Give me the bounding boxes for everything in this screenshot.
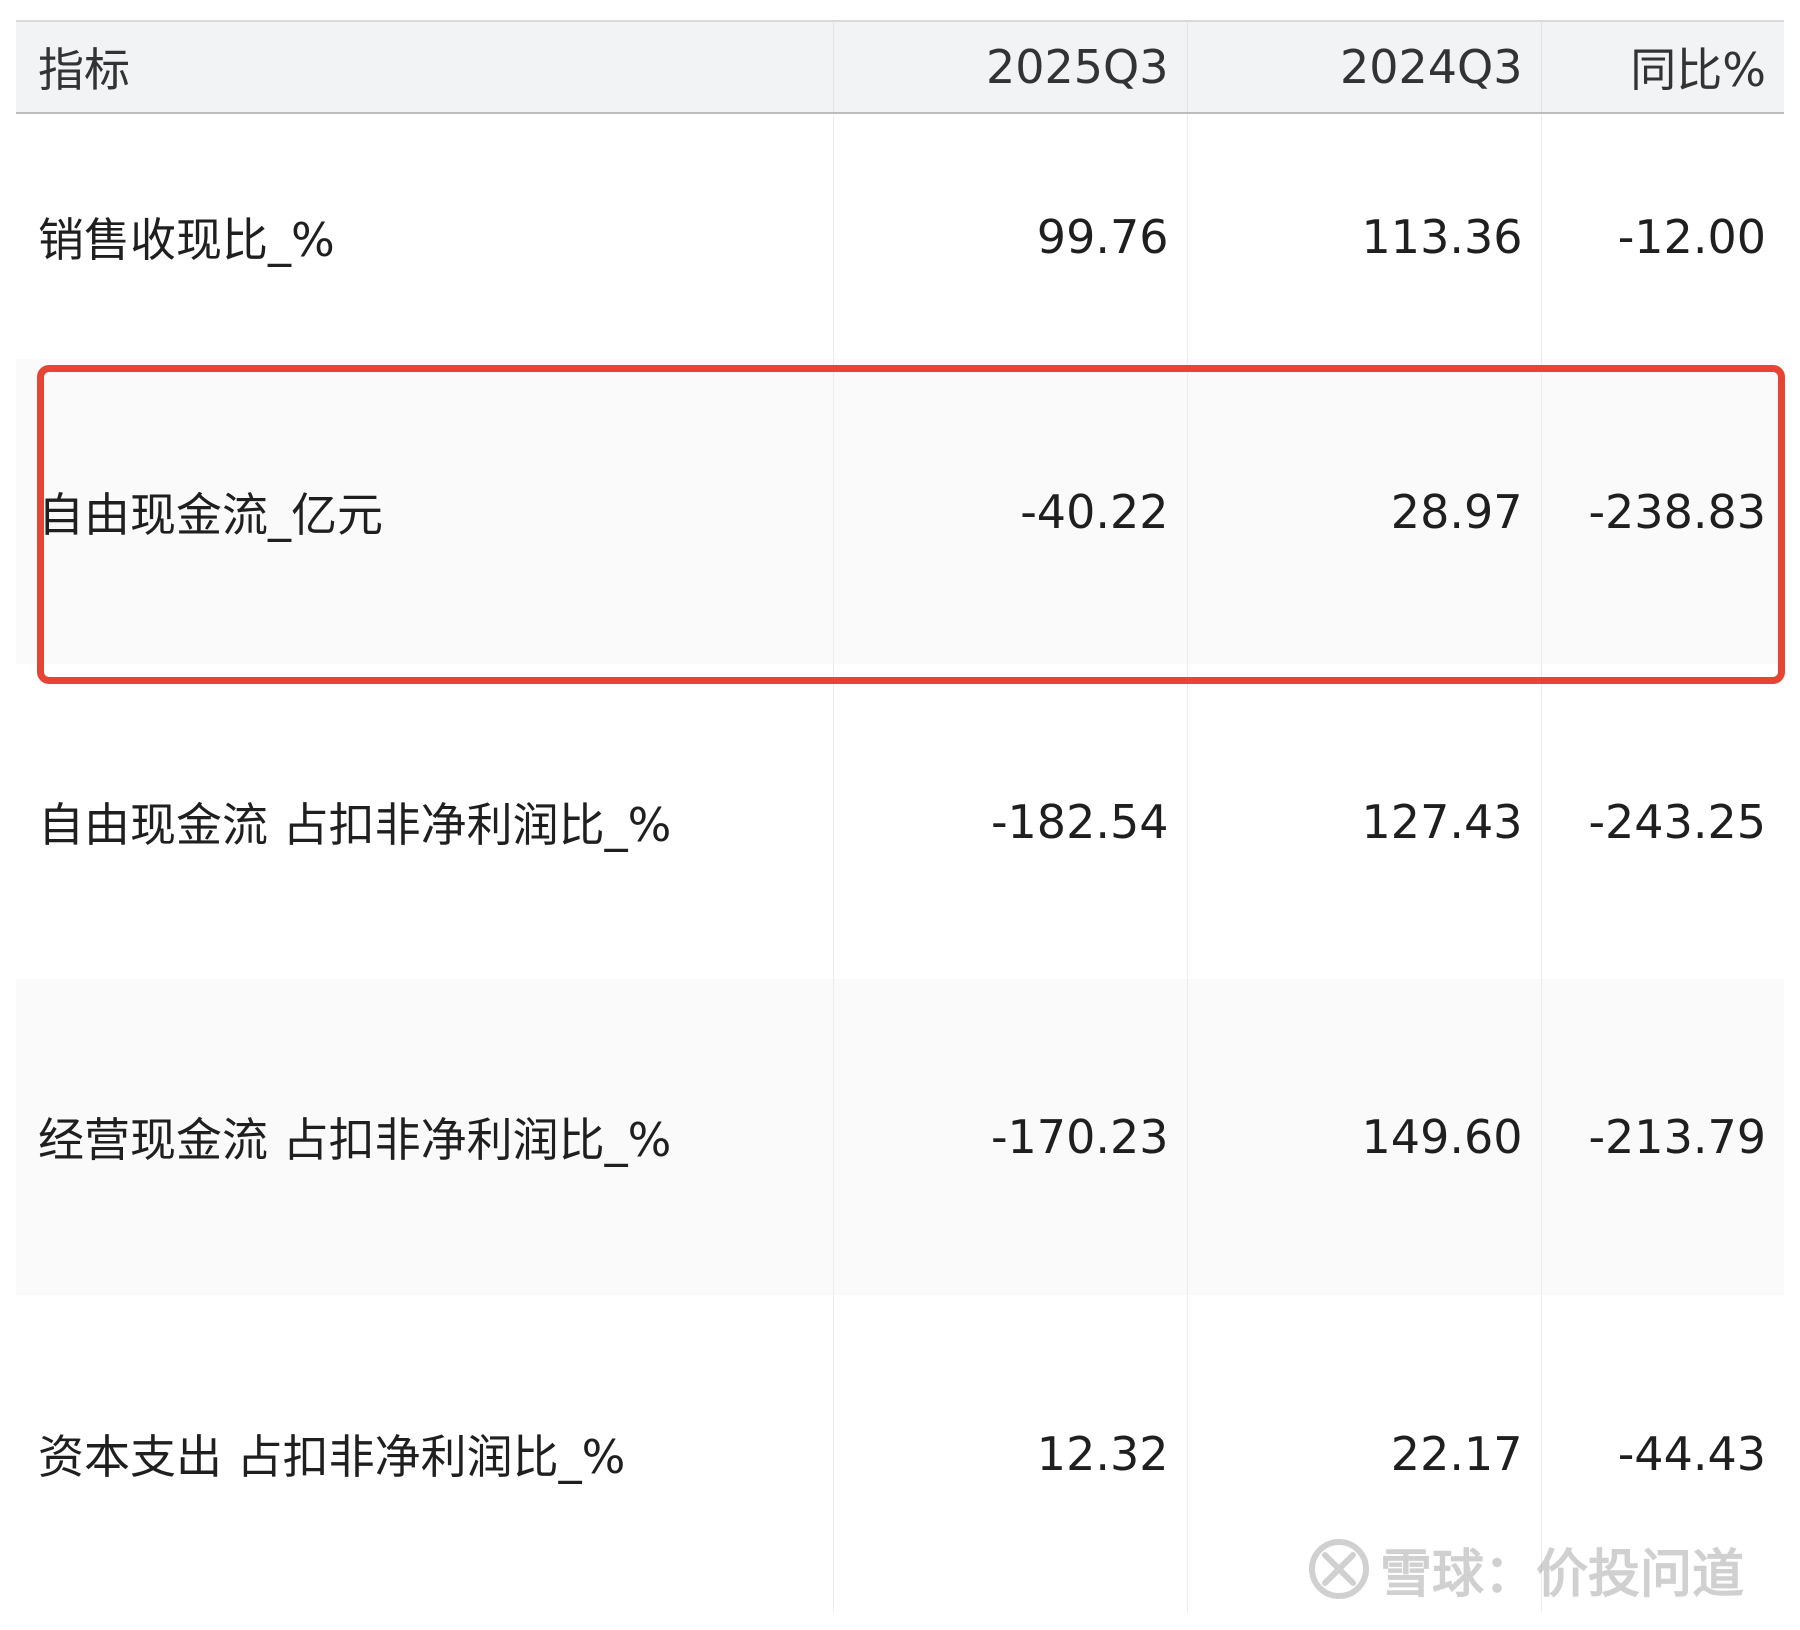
value-2025q3: 12.32 — [832, 1295, 1187, 1612]
header-2025q3: 2025Q3 — [832, 20, 1187, 114]
value-2024q3: 127.43 — [1186, 664, 1541, 979]
header-yoy: 同比% — [1540, 20, 1784, 114]
header-row: 指标 2025Q3 2024Q3 同比% — [16, 20, 1784, 114]
value-yoy: -238.83 — [1540, 359, 1784, 664]
metric-name: 自由现金流 占扣非净利润比_% — [16, 664, 833, 979]
watermark: 雪球：价投问道 — [1308, 1534, 1745, 1605]
value-2025q3: -170.23 — [832, 979, 1187, 1295]
value-2024q3: 28.97 — [1186, 359, 1541, 664]
table-row: 销售收现比_% 99.76 113.36 -12.00 — [16, 113, 1784, 359]
value-2025q3: 99.76 — [832, 113, 1187, 359]
value-yoy: -243.25 — [1540, 664, 1784, 979]
table-row: 自由现金流 占扣非净利润比_% -182.54 127.43 -243.25 — [16, 664, 1784, 979]
value-2025q3: -182.54 — [832, 664, 1187, 979]
metric-name: 经营现金流 占扣非净利润比_% — [16, 979, 833, 1295]
header-metric: 指标 — [16, 20, 833, 114]
value-2024q3: 113.36 — [1186, 113, 1541, 359]
metrics-table: 指标 2025Q3 2024Q3 同比% 销售收现比_% 99.76 113.3… — [16, 20, 1784, 1612]
metric-name: 销售收现比_% — [16, 113, 833, 359]
watermark-text: 雪球：价投问道 — [1380, 1544, 1745, 1605]
value-2024q3: 149.60 — [1186, 979, 1541, 1295]
metric-name: 自由现金流_亿元 — [16, 359, 833, 664]
table-row: 经营现金流 占扣非净利润比_% -170.23 149.60 -213.79 — [16, 979, 1784, 1295]
value-yoy: -213.79 — [1540, 979, 1784, 1295]
header-2024q3: 2024Q3 — [1186, 20, 1541, 114]
table-row-highlighted: 自由现金流_亿元 -40.22 28.97 -238.83 — [16, 359, 1784, 664]
metric-name: 资本支出 占扣非净利润比_% — [16, 1295, 833, 1612]
value-2025q3: -40.22 — [832, 359, 1187, 664]
snowball-logo-icon — [1308, 1538, 1370, 1600]
metrics-table-container: 指标 2025Q3 2024Q3 同比% 销售收现比_% 99.76 113.3… — [16, 20, 1784, 1612]
value-yoy: -12.00 — [1540, 113, 1784, 359]
